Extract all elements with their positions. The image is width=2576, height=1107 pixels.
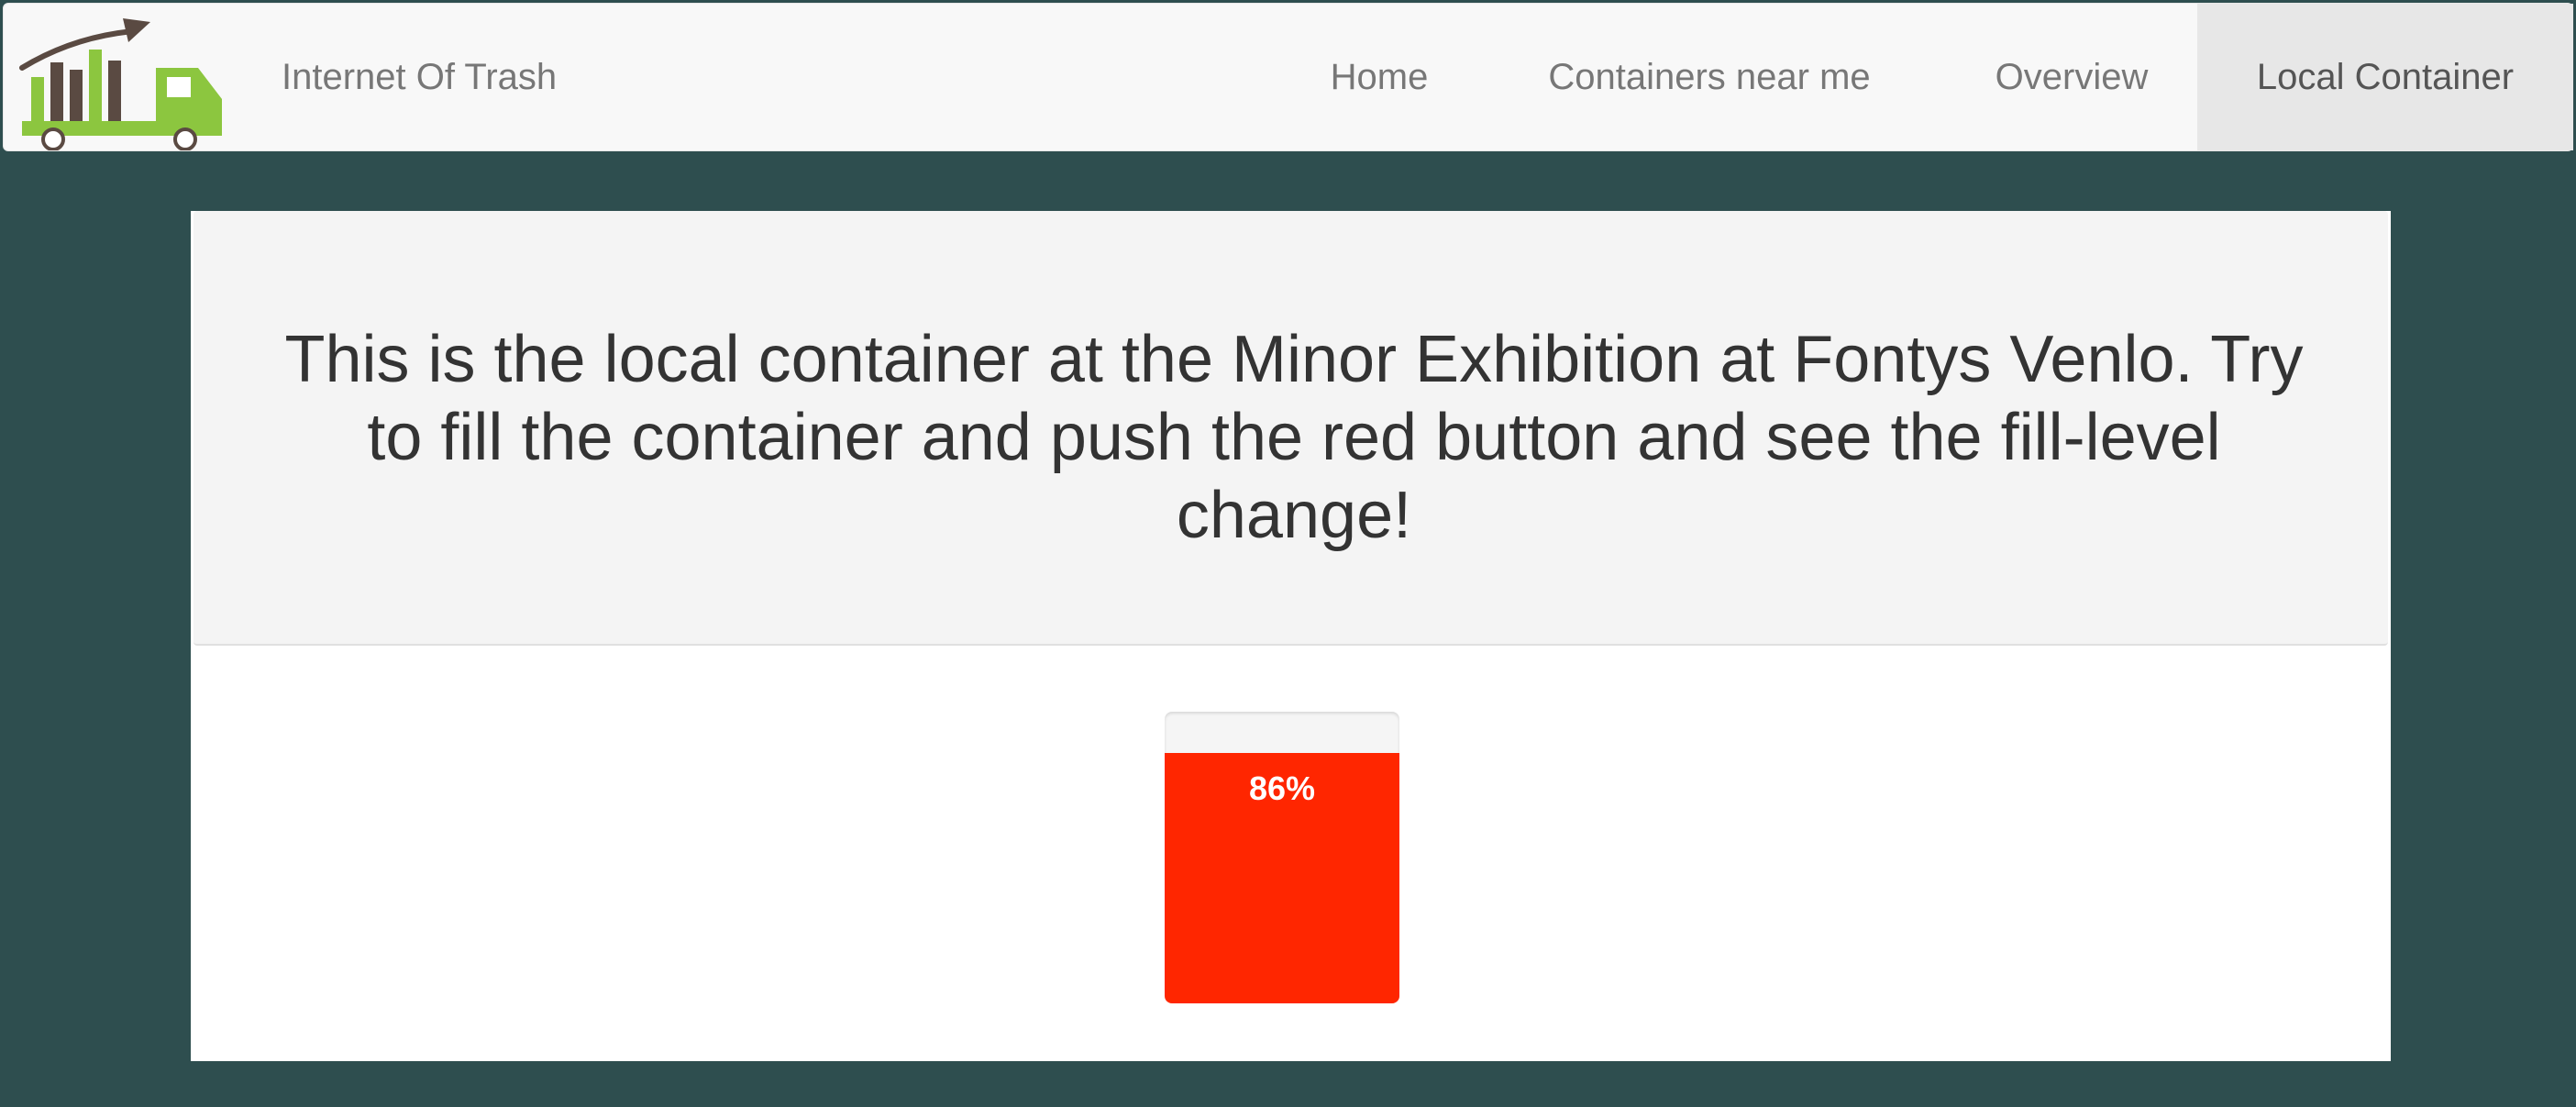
- fill-level-gauge: 86%: [1165, 712, 1399, 1003]
- nav-home[interactable]: Home: [1306, 4, 1453, 150]
- brand-link[interactable]: Internet Of Trash: [282, 55, 557, 99]
- trash-truck-logo-icon[interactable]: [18, 11, 227, 150]
- fill-level-label: 86%: [1248, 769, 1316, 807]
- nav-overview[interactable]: Overview: [1962, 4, 2182, 150]
- jumbotron: This is the local container at the Minor…: [193, 211, 2388, 646]
- nav-containers-near-me[interactable]: Containers near me: [1489, 4, 1929, 150]
- content-panel: This is the local container at the Minor…: [191, 211, 2391, 1061]
- top-navbar: Internet Of Trash Home Containers near m…: [3, 3, 2573, 151]
- nav-local-container[interactable]: Local Container: [2197, 4, 2573, 150]
- page-headline: This is the local container at the Minor…: [284, 323, 2304, 552]
